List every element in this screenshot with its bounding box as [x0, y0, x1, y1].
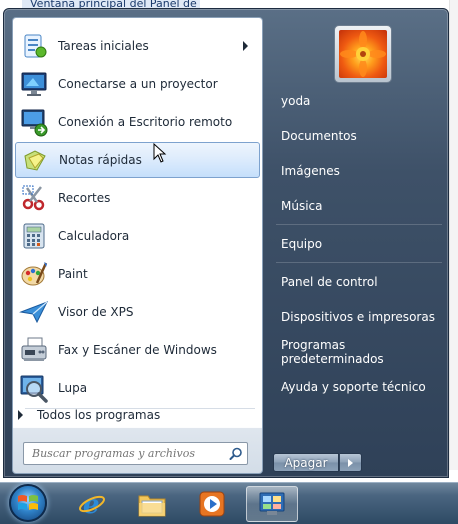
search-icon[interactable]: [225, 444, 247, 464]
magnifier-icon: [18, 372, 50, 404]
right-item-label: Música: [281, 199, 323, 213]
mouse-cursor-icon: [153, 143, 167, 163]
windows-logo-icon: [18, 495, 38, 510]
shutdown-button[interactable]: Apagar: [273, 453, 339, 472]
shutdown-options-button[interactable]: [340, 453, 362, 472]
flower-picture-icon: [339, 30, 387, 78]
all-programs-arrow-icon: [18, 410, 23, 420]
program-item-fax-scanner[interactable]: Fax y Escáner de Windows: [15, 332, 260, 368]
program-item-paint[interactable]: Paint: [15, 256, 260, 292]
program-label: Recortes: [58, 191, 111, 205]
right-item-documents[interactable]: Documentos: [274, 121, 444, 151]
program-item-remote-desktop[interactable]: Conexión a Escritorio remoto: [15, 104, 260, 140]
control-panel-icon: [259, 492, 285, 515]
program-item-snipping-tool[interactable]: Recortes: [15, 180, 260, 216]
taskbar-control-panel[interactable]: [246, 486, 298, 522]
program-label: Tareas iniciales: [58, 39, 149, 53]
right-separator: [276, 224, 442, 225]
right-item-label: Programas predeterminados: [281, 338, 384, 366]
start-menu: Tareas iniciales Conectarse a un proyect…: [3, 8, 449, 478]
sticky-notes-icon: [19, 144, 51, 176]
xps-viewer-icon: [18, 296, 50, 328]
media-player-icon: [199, 491, 225, 517]
program-label: Conectarse a un proyector: [58, 77, 218, 91]
program-item-getting-started[interactable]: Tareas iniciales: [15, 28, 260, 64]
right-item-computer[interactable]: Equipo: [274, 229, 444, 259]
shutdown-label: Apagar: [284, 455, 328, 470]
right-item-user[interactable]: yoda: [274, 86, 444, 116]
chevron-right-icon: [348, 458, 353, 467]
right-item-label: Dispositivos e impresoras: [281, 310, 435, 324]
taskbar-windows-explorer[interactable]: [126, 486, 178, 522]
right-item-pictures[interactable]: Imágenes: [274, 156, 444, 186]
right-item-label: Ayuda y soporte técnico: [281, 380, 426, 394]
right-item-default-programs[interactable]: Programas predeterminados: [274, 337, 444, 367]
taskbar-media-player[interactable]: [186, 486, 238, 522]
calculator-icon: [18, 220, 50, 252]
getting-started-icon: [18, 30, 50, 62]
right-separator: [276, 262, 442, 263]
all-programs-button[interactable]: Todos los programas: [12, 404, 252, 426]
right-item-label: Documentos: [281, 129, 357, 143]
program-label: Paint: [58, 267, 88, 281]
fax-scanner-icon: [18, 334, 50, 366]
right-item-label: Panel de control: [281, 275, 378, 289]
submenu-arrow-icon: [243, 41, 248, 51]
internet-explorer-icon: e: [79, 490, 105, 519]
background-window-edge: [449, 0, 458, 470]
program-item-calculator[interactable]: Calculadora: [15, 218, 260, 254]
user-avatar[interactable]: [334, 25, 392, 83]
program-item-magnifier[interactable]: Lupa: [15, 370, 260, 406]
program-label: Conexión a Escritorio remoto: [58, 115, 233, 129]
right-item-help-support[interactable]: Ayuda y soporte técnico: [274, 372, 444, 402]
windows-explorer-icon: [138, 495, 166, 517]
search-box[interactable]: [23, 442, 248, 465]
programs-pane: Tareas iniciales Conectarse a un proyect…: [12, 17, 263, 410]
projector-icon: [18, 68, 50, 100]
right-item-label: Equipo: [281, 237, 323, 251]
program-label: Lupa: [58, 381, 88, 395]
paint-icon: [18, 258, 50, 290]
program-item-sticky-notes[interactable]: Notas rápidas: [15, 142, 260, 178]
program-item-projector[interactable]: Conectarse a un proyector: [15, 66, 260, 102]
program-label: Visor de XPS: [58, 305, 134, 319]
taskbar-internet-explorer[interactable]: e: [66, 486, 118, 522]
right-item-control-panel[interactable]: Panel de control: [274, 267, 444, 297]
all-programs-label: Todos los programas: [37, 408, 161, 422]
right-item-devices-printers[interactable]: Dispositivos e impresoras: [274, 302, 444, 332]
start-button[interactable]: [9, 484, 47, 522]
right-item-label: yoda: [281, 94, 311, 108]
program-label: Fax y Escáner de Windows: [58, 343, 217, 357]
right-item-music[interactable]: Música: [274, 191, 444, 221]
program-item-xps-viewer[interactable]: Visor de XPS: [15, 294, 260, 330]
search-input[interactable]: [24, 443, 225, 464]
svg-text:e: e: [83, 490, 100, 519]
right-item-label: Imágenes: [281, 164, 340, 178]
remote-desktop-icon: [18, 106, 50, 138]
program-label: Calculadora: [58, 229, 130, 243]
snipping-tool-icon: [18, 182, 50, 214]
program-label: Notas rápidas: [59, 153, 142, 167]
